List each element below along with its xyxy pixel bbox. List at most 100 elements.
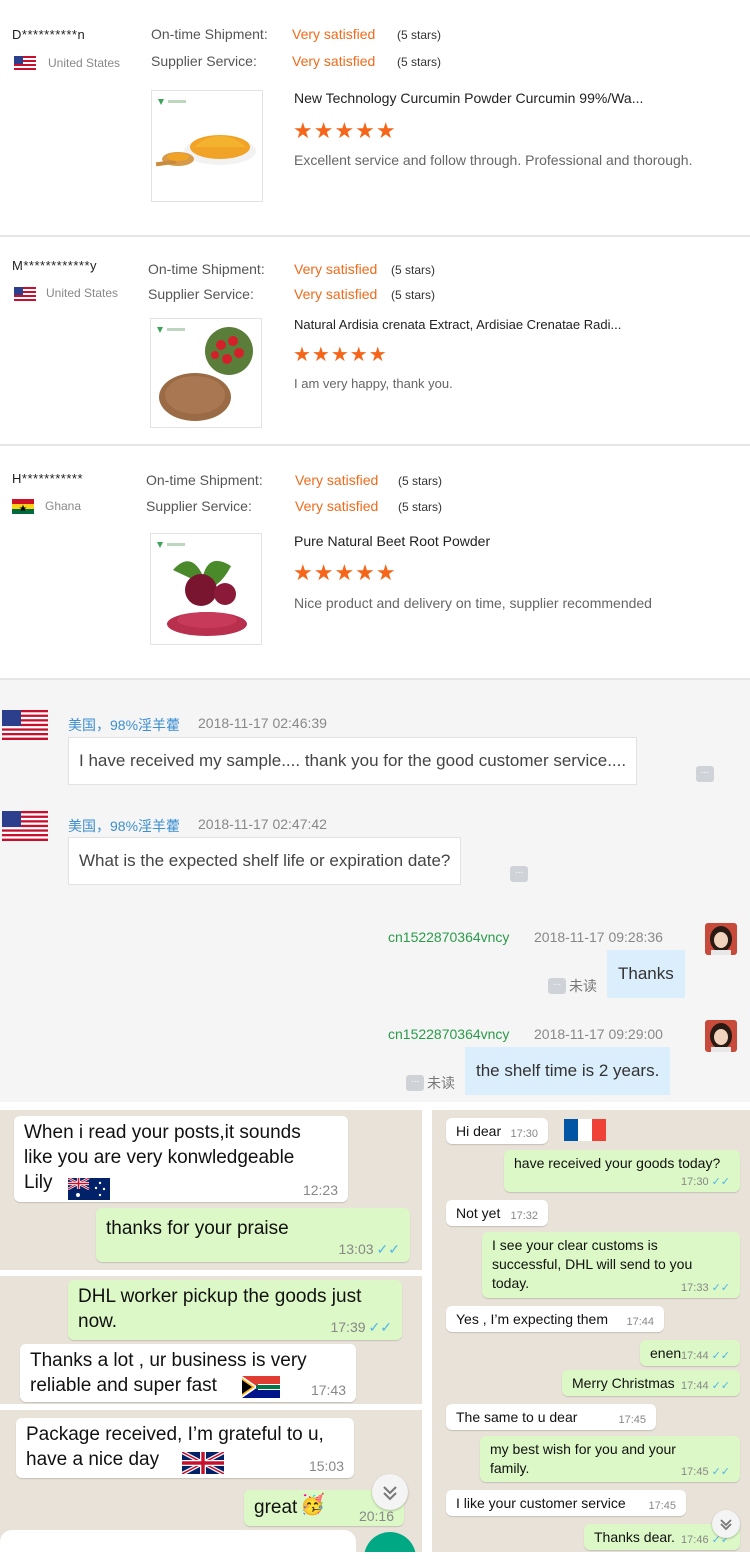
message-bubble: I have received my sample.... thank you … bbox=[68, 737, 638, 785]
ardisia-extract-image bbox=[157, 327, 253, 421]
service-rating: Very satisfied bbox=[295, 498, 379, 514]
incoming-message: Thanks a lot , ur business is very relia… bbox=[20, 1344, 356, 1402]
review-comment: I am very happy, thank you. bbox=[294, 376, 453, 391]
avatar-image bbox=[705, 1020, 737, 1052]
send-button[interactable] bbox=[364, 1532, 416, 1552]
more-icon[interactable]: ... bbox=[548, 978, 566, 994]
message-bubble: the shelf time is 2 years. bbox=[465, 1047, 671, 1095]
shipment-rating: Very satisfied bbox=[294, 261, 378, 277]
incoming-message: I like your customer service 17:45 bbox=[446, 1490, 686, 1516]
shipment-rating: Very satisfied bbox=[295, 472, 379, 488]
more-icon[interactable]: ... bbox=[696, 766, 714, 782]
message-time: 17:44 ✓✓ bbox=[681, 1380, 730, 1392]
review-card: H*********** Ghana On-time Shipment: Ver… bbox=[0, 446, 750, 680]
service-rating: Very satisfied bbox=[292, 53, 376, 69]
avatar-image bbox=[705, 923, 737, 955]
shipment-stars-count: (5 stars) bbox=[391, 263, 436, 277]
message-time: 2018-11-17 09:28:36 bbox=[534, 929, 663, 945]
rating-stars: ★★★★★ bbox=[293, 560, 397, 585]
unread-status: 未读 bbox=[569, 978, 597, 994]
service-stars-count: (5 stars) bbox=[398, 500, 443, 514]
buyer-name: M************y bbox=[12, 258, 98, 273]
incoming-message: Hi dear 17:30 bbox=[446, 1118, 548, 1144]
curcumin-powder-image bbox=[155, 99, 256, 167]
chat-log: 美国，98%淫羊藿 2018-11-17 02:46:39 I have rec… bbox=[0, 680, 750, 1102]
service-label: Supplier Service: bbox=[148, 286, 254, 302]
service-stars-count: (5 stars) bbox=[391, 288, 436, 302]
read-ticks-icon: ✓✓ bbox=[376, 1241, 400, 1257]
message-time: 17:30 bbox=[510, 1128, 538, 1140]
message-time: 20:16 bbox=[358, 1508, 394, 1524]
south-africa-flag-icon bbox=[242, 1376, 280, 1398]
message-time: 17:45 bbox=[618, 1414, 646, 1426]
rating-stars: ★★★★★ bbox=[293, 118, 397, 143]
read-ticks-icon: ✓✓ bbox=[711, 1282, 730, 1294]
read-ticks-icon: ✓✓ bbox=[368, 1319, 392, 1335]
buyer-country: United States bbox=[48, 56, 121, 70]
review-comment: Nice product and delivery on time, suppl… bbox=[294, 595, 652, 611]
message-time: 17:44 ✓✓ bbox=[681, 1350, 730, 1362]
service-rating: Very satisfied bbox=[294, 286, 378, 302]
review-comment: Excellent service and follow through. Pr… bbox=[294, 152, 693, 168]
whatsapp-chat-panel: Package received, I’m grateful to u, hav… bbox=[0, 1410, 422, 1552]
message-time: 17:43 bbox=[310, 1382, 346, 1398]
message-time: 13:03 ✓✓ bbox=[338, 1241, 400, 1257]
message-time: 2018-11-17 02:46:39 bbox=[198, 715, 327, 731]
scroll-down-button[interactable] bbox=[712, 1510, 740, 1538]
message-time: 17:30 ✓✓ bbox=[681, 1176, 730, 1188]
us-flag-icon bbox=[14, 56, 36, 71]
incoming-message: Yes , I’m expecting them 17:44 bbox=[446, 1306, 664, 1332]
more-icon[interactable]: ... bbox=[406, 1075, 424, 1091]
avatar[interactable] bbox=[705, 1020, 737, 1052]
product-thumbnail[interactable] bbox=[151, 90, 263, 202]
product-title[interactable]: Pure Natural Beet Root Powder bbox=[294, 533, 490, 549]
incoming-message: The same to u dear 17:45 bbox=[446, 1404, 656, 1430]
buyer-country: United States bbox=[46, 286, 119, 300]
outgoing-message: DHL worker pickup the goods just now. 17… bbox=[68, 1280, 402, 1340]
australia-flag-icon bbox=[68, 1178, 110, 1200]
message-input-bar[interactable] bbox=[0, 1530, 356, 1552]
whatsapp-chat-panel: DHL worker pickup the goods just now. 17… bbox=[0, 1276, 422, 1404]
message-time: 17:39 ✓✓ bbox=[330, 1319, 392, 1335]
unread-status: 未读 bbox=[427, 1075, 455, 1091]
shipment-stars-count: (5 stars) bbox=[398, 474, 443, 488]
incoming-message: Package received, I’m grateful to u, hav… bbox=[16, 1418, 354, 1478]
seller-name[interactable]: cn1522870364vncy bbox=[388, 929, 509, 945]
product-thumbnail[interactable] bbox=[150, 533, 262, 645]
incoming-message: Not yet 17:32 bbox=[446, 1200, 548, 1226]
outgoing-message: enen 17:44 ✓✓ bbox=[640, 1340, 740, 1366]
outgoing-message: thanks for your praise 13:03 ✓✓ bbox=[96, 1208, 410, 1262]
whatsapp-chat-panel: Hi dear 17:30 have received your goods t… bbox=[432, 1110, 750, 1552]
us-flag-icon bbox=[14, 287, 36, 302]
uk-flag-icon bbox=[182, 1452, 224, 1474]
message-bubble: Thanks bbox=[607, 950, 685, 998]
service-label: Supplier Service: bbox=[146, 498, 252, 514]
message-bubble: What is the expected shelf life or expir… bbox=[68, 837, 462, 885]
beet-root-powder-image bbox=[157, 542, 247, 636]
read-ticks-icon: ✓✓ bbox=[711, 1350, 730, 1362]
buyer-name[interactable]: 美国，98%淫羊藿 bbox=[68, 816, 180, 836]
message-text: I like your customer service bbox=[456, 1495, 626, 1511]
us-flag-icon bbox=[2, 811, 48, 841]
service-label: Supplier Service: bbox=[151, 53, 257, 69]
message-time: 17:32 bbox=[510, 1210, 538, 1222]
read-ticks-icon: ✓✓ bbox=[711, 1380, 730, 1392]
buyer-name[interactable]: 美国，98%淫羊藿 bbox=[68, 715, 180, 735]
product-title[interactable]: New Technology Curcumin Powder Curcumin … bbox=[294, 90, 643, 106]
outgoing-message: Merry Christmas 17:44 ✓✓ bbox=[562, 1370, 740, 1396]
page: D**********n United States On-time Shipm… bbox=[0, 0, 750, 1567]
product-thumbnail[interactable] bbox=[150, 318, 262, 428]
avatar[interactable] bbox=[705, 923, 737, 955]
buyer-country: Ghana bbox=[45, 499, 82, 513]
seller-name[interactable]: cn1522870364vncy bbox=[388, 1026, 509, 1042]
france-flag-icon bbox=[564, 1119, 606, 1141]
message-time: 17:45 ✓✓ bbox=[681, 1466, 730, 1478]
more-icon[interactable]: ... bbox=[510, 866, 528, 882]
scroll-down-button[interactable] bbox=[372, 1474, 408, 1510]
message-text: have received your goods today? bbox=[514, 1155, 721, 1171]
shipment-stars-count: (5 stars) bbox=[397, 28, 442, 42]
product-title[interactable]: Natural Ardisia crenata Extract, Ardisia… bbox=[294, 317, 621, 332]
incoming-message: When i read your posts,it sounds like yo… bbox=[14, 1116, 348, 1202]
shipment-label: On-time Shipment: bbox=[148, 261, 265, 277]
ghana-flag-icon bbox=[12, 499, 34, 514]
